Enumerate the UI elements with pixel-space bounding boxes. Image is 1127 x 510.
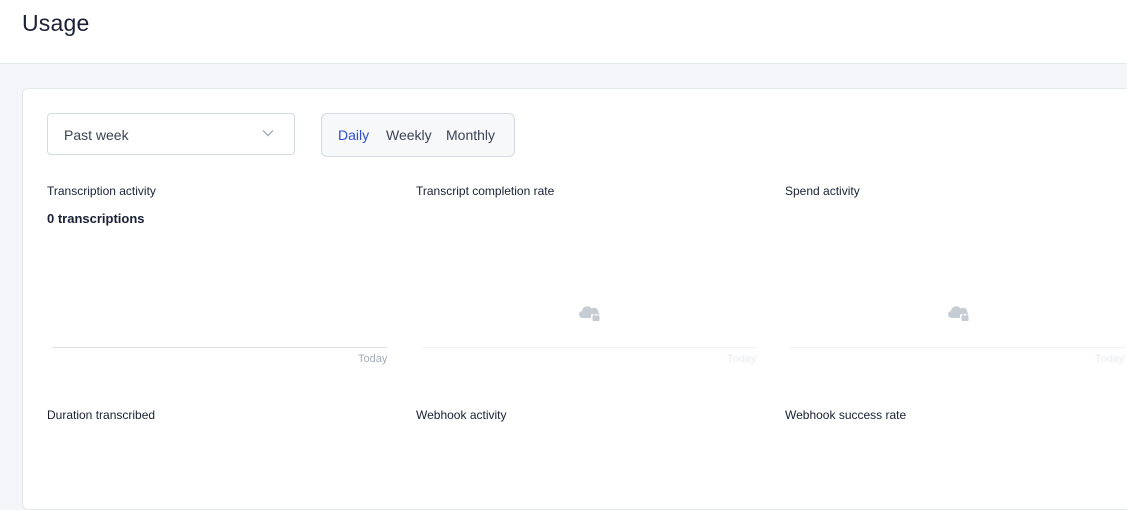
completion-axis-label: Today bbox=[727, 353, 757, 365]
duration-transcribed-title: Duration transcribed bbox=[47, 408, 156, 422]
granularity-weekly-button[interactable]: Weekly bbox=[386, 127, 432, 143]
usage-card: Past week Daily Weekly Monthly Transcrip… bbox=[22, 88, 1127, 510]
granularity-monthly-button[interactable]: Monthly bbox=[446, 127, 495, 143]
completion-chart-axis bbox=[421, 347, 757, 348]
spend-axis-label: Today bbox=[1095, 353, 1125, 365]
cloud-lock-icon bbox=[579, 306, 601, 322]
chevron-down-icon bbox=[262, 130, 274, 137]
spend-activity-title: Spend activity bbox=[785, 184, 860, 198]
date-range-select[interactable]: Past week bbox=[47, 113, 295, 155]
cloud-lock-icon bbox=[948, 306, 970, 322]
granularity-daily-button[interactable]: Daily bbox=[338, 127, 369, 143]
webhook-activity-title: Webhook activity bbox=[416, 408, 507, 422]
transcription-activity-title: Transcription activity bbox=[47, 184, 156, 198]
granularity-toggle: Daily Weekly Monthly bbox=[321, 113, 515, 157]
transcription-axis-label: Today bbox=[358, 353, 388, 365]
transcription-count: 0 transcriptions bbox=[47, 211, 145, 226]
completion-rate-title: Transcript completion rate bbox=[416, 184, 555, 198]
date-range-value: Past week bbox=[64, 127, 129, 143]
spend-chart-axis bbox=[790, 347, 1126, 348]
page-title: Usage bbox=[22, 10, 90, 36]
webhook-success-rate-title: Webhook success rate bbox=[785, 408, 907, 422]
transcription-chart-axis bbox=[52, 347, 387, 348]
page-header: Usage bbox=[0, 0, 1127, 64]
